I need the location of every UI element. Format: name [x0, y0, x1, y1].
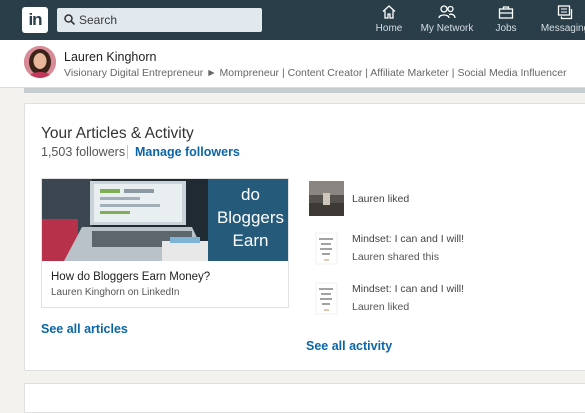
activity-thumbnail — [309, 281, 344, 316]
nav-my-network[interactable]: My Network — [418, 4, 476, 38]
separator — [127, 145, 128, 159]
activity-thumbnail — [309, 231, 344, 266]
followers-count: 1,503 followers — [41, 145, 126, 159]
profile-headline: Visionary Digital Entrepreneur ► Mompren… — [64, 67, 567, 79]
nav-home-label: Home — [375, 23, 403, 34]
network-icon — [418, 4, 476, 22]
activity-item[interactable]: Lauren liked — [309, 181, 579, 217]
activity-item[interactable]: Mindset: I can and I will! Lauren shared… — [309, 231, 579, 267]
manage-followers-link[interactable]: Manage followers — [135, 145, 240, 159]
briefcase-icon — [492, 4, 520, 22]
activity-text: Lauren liked — [352, 193, 410, 205]
profile-name[interactable]: Lauren Kinghorn — [64, 50, 156, 64]
top-navigation-bar: in Home My Network Jobs Messaging — [0, 0, 585, 40]
activity-title: Mindset: I can and I will! — [352, 283, 465, 295]
activity-title: Mindset: I can and I will! — [352, 233, 465, 245]
nav-home[interactable]: Home — [374, 4, 404, 38]
section-divider — [24, 88, 585, 93]
nav-jobs-label: Jobs — [495, 23, 517, 34]
article-card[interactable]: do Bloggers Earn How do Bloggers Earn Mo… — [41, 178, 289, 308]
search-icon — [64, 14, 75, 25]
activity-status: Lauren shared this — [352, 251, 439, 263]
nav-my-network-label: My Network — [420, 23, 474, 34]
activity-thumbnail — [309, 181, 344, 216]
search-box[interactable] — [57, 8, 262, 32]
article-author: Lauren Kinghorn on LinkedIn — [51, 287, 180, 298]
nav-jobs[interactable]: Jobs — [492, 4, 520, 38]
profile-header: Lauren Kinghorn Visionary Digital Entrep… — [0, 40, 585, 88]
next-section-card — [24, 383, 585, 413]
thumbnail-text-line2: Bloggers — [216, 208, 285, 227]
nav-messaging[interactable]: Messaging — [540, 4, 585, 38]
article-title[interactable]: How do Bloggers Earn Money? — [51, 271, 210, 283]
activity-item[interactable]: Mindset: I can and I will! Lauren liked — [309, 281, 579, 317]
thumbnail-text-line1: do — [241, 185, 260, 204]
home-icon — [374, 4, 404, 22]
article-thumbnail: do Bloggers Earn — [42, 179, 288, 261]
see-all-articles-link[interactable]: See all articles — [41, 322, 128, 336]
activity-status: Lauren liked — [352, 301, 410, 313]
linkedin-logo[interactable]: in — [22, 7, 48, 33]
search-input[interactable] — [79, 8, 254, 32]
messaging-icon — [540, 4, 585, 22]
see-all-activity-link[interactable]: See all activity — [306, 339, 392, 353]
thumbnail-text-line3: Earn — [232, 231, 269, 250]
articles-activity-card: Your Articles & Activity 1,503 followers… — [24, 103, 585, 371]
avatar[interactable] — [24, 46, 56, 78]
section-title: Your Articles & Activity — [41, 125, 194, 142]
nav-messaging-label: Messaging — [540, 23, 585, 34]
